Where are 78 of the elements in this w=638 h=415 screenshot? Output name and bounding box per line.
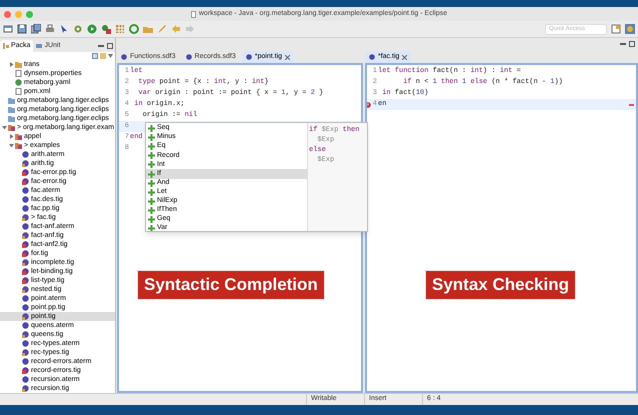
sphere-icon <box>22 331 29 338</box>
callout-label: Syntactic Completion <box>137 270 325 300</box>
plus-icon <box>148 161 155 168</box>
callout-label: Syntax Checking <box>425 270 576 300</box>
junit-icon <box>36 43 42 49</box>
file-icon <box>15 88 22 95</box>
sphere-icon <box>22 178 29 185</box>
collapse-all-icon <box>92 53 98 59</box>
sphere-icon <box>22 313 29 320</box>
package-icon <box>15 133 22 140</box>
sphere-icon <box>22 259 29 266</box>
sphere-icon <box>369 54 375 60</box>
file-icon <box>15 70 22 77</box>
sphere-icon <box>22 358 29 365</box>
pencil-icon <box>157 24 167 34</box>
document-icon <box>190 10 196 18</box>
sphere-icon <box>22 277 29 284</box>
sphere-icon <box>22 385 29 392</box>
plus-icon <box>148 134 155 142</box>
sphere-icon <box>22 268 29 275</box>
forward-icon <box>185 24 195 34</box>
sphere-icon <box>22 169 29 176</box>
plus-icon <box>148 180 155 187</box>
maximize-icon <box>107 43 113 49</box>
folder-icon <box>143 24 153 34</box>
sphere-icon <box>22 349 29 356</box>
sphere-icon <box>22 286 29 293</box>
debug-icon <box>101 24 111 34</box>
sphere-icon <box>22 340 29 347</box>
perspective-icon <box>611 24 621 34</box>
plus-icon <box>148 206 155 214</box>
view-menu-icon <box>108 54 113 58</box>
sphere-icon <box>186 54 192 60</box>
close-icon <box>285 54 290 60</box>
plus-icon <box>148 188 155 196</box>
package-icon <box>15 142 22 149</box>
plus-icon <box>148 170 155 178</box>
run-icon <box>87 24 97 34</box>
java-perspective-icon <box>625 24 635 34</box>
collapsed-arrow-icon[interactable] <box>9 134 14 139</box>
sphere-icon <box>22 223 29 230</box>
back-icon <box>171 24 181 34</box>
sphere-icon <box>246 54 252 60</box>
plus-icon <box>148 216 155 223</box>
plus-icon <box>148 125 155 132</box>
sphere-icon <box>121 54 127 60</box>
close-button[interactable] <box>4 10 11 18</box>
minimize-icon <box>620 41 626 47</box>
link-icon <box>100 53 106 59</box>
folder-icon <box>15 61 22 68</box>
sphere-icon <box>22 232 29 239</box>
save-all-icon <box>31 24 41 34</box>
expanded-arrow-icon[interactable] <box>2 125 7 130</box>
sphere-icon <box>22 322 29 329</box>
new-icon <box>3 24 13 34</box>
error-marker <box>629 104 634 106</box>
plus-icon <box>148 152 155 160</box>
maximize-icon <box>629 41 635 47</box>
sphere-icon <box>22 160 29 167</box>
close-icon <box>402 54 408 60</box>
sphere-icon <box>22 376 29 383</box>
minimize-icon <box>98 43 104 49</box>
sphere-icon <box>22 151 29 158</box>
sphere-icon <box>22 367 29 374</box>
sphere-icon <box>22 214 29 221</box>
sphere-icon <box>22 241 29 248</box>
plus-icon <box>148 198 155 205</box>
plus-icon <box>148 225 155 231</box>
sphere-icon <box>22 250 29 257</box>
collapsed-arrow-icon[interactable] <box>9 62 14 67</box>
pointer-icon <box>59 24 69 34</box>
print-icon <box>45 24 55 34</box>
package-icon <box>3 43 9 49</box>
save-icon <box>17 24 27 34</box>
package-icon <box>8 124 15 131</box>
grid-icon <box>115 24 125 34</box>
expanded-arrow-icon[interactable] <box>9 143 14 148</box>
plus-icon <box>148 143 155 150</box>
